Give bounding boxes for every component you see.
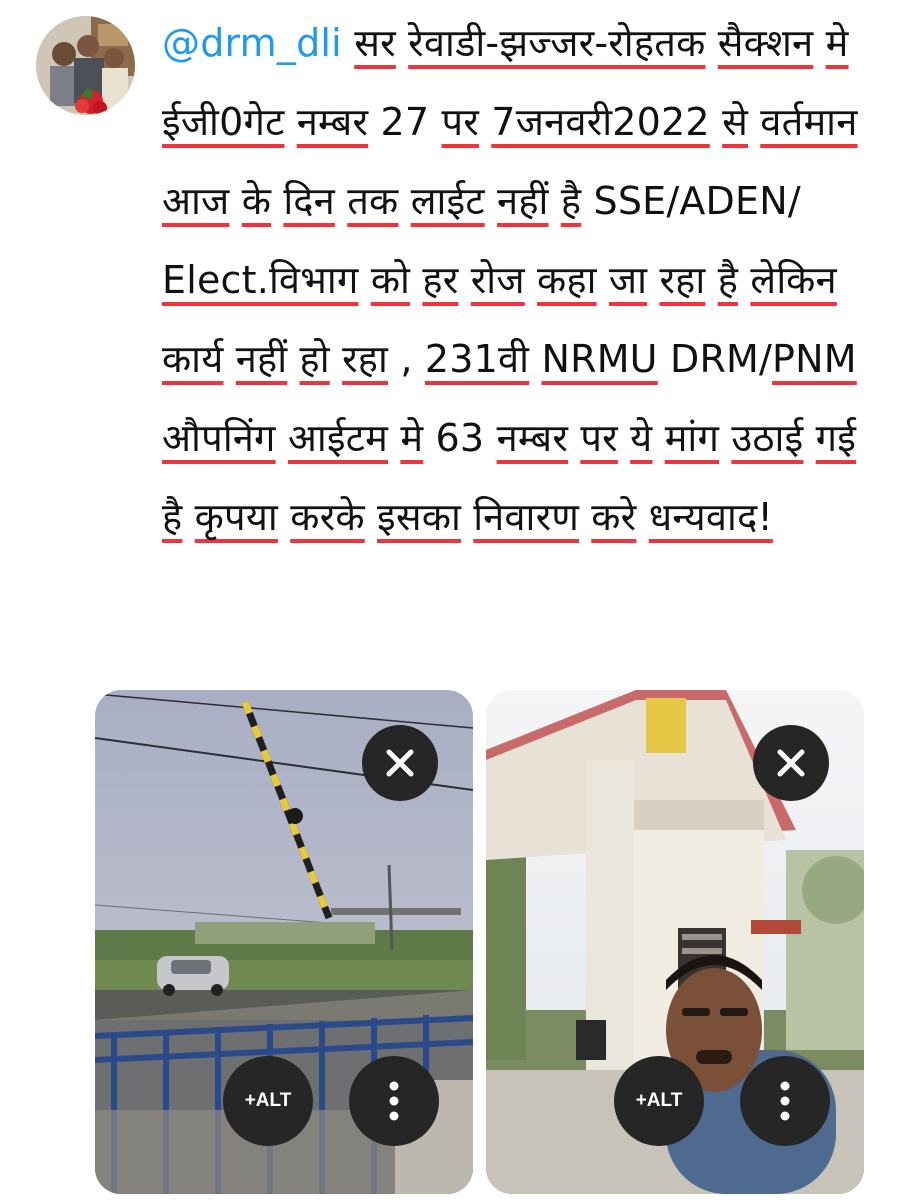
tweet-word: 231वी	[424, 337, 530, 381]
tweet-word: रहा	[342, 337, 389, 381]
more-vertical-icon	[780, 1081, 790, 1121]
tweet-word: इसका	[377, 495, 461, 539]
tweet-word: निवारण	[473, 495, 579, 539]
tweet-word: लेकिन	[750, 258, 837, 302]
add-alt-text-button[interactable]: +ALT	[614, 1056, 704, 1146]
compose-screen: @drm_dli सर रेवाडी-झज्जर-रोहतक सैक्शन मे…	[0, 0, 897, 1200]
media-attachment-2[interactable]: +ALT	[486, 690, 864, 1194]
close-icon	[777, 749, 805, 777]
tweet-word: DRM/PNM	[669, 337, 857, 381]
tweet-word: मे	[825, 21, 849, 65]
tweet-word: हो	[299, 337, 330, 381]
tweet-word: वर्तमान	[760, 100, 858, 144]
tweet-word: पर	[441, 100, 480, 144]
tweet-word: धन्यवाद!	[648, 495, 773, 539]
tweet-word: रहा	[659, 258, 706, 302]
tweet-word: लाईट	[410, 179, 485, 223]
tweet-word: रोज	[470, 258, 525, 302]
tweet-word: हर	[422, 258, 459, 302]
tweet-word: मांग	[664, 416, 720, 460]
tweet-word: करे	[591, 495, 637, 539]
tweet-word: जा	[608, 258, 648, 302]
tweet-word: कार्य	[162, 337, 224, 381]
tweet-word: 7जनवरी2022	[491, 100, 710, 144]
remove-media-button[interactable]	[753, 725, 829, 801]
tweet-word: कृपया	[194, 495, 278, 539]
media-more-options-button[interactable]	[740, 1056, 830, 1146]
add-alt-text-button[interactable]: +ALT	[223, 1056, 313, 1146]
media-more-options-button[interactable]	[349, 1056, 439, 1146]
tweet-word: आईटम	[287, 416, 389, 460]
tweet-word: ईजी0गेट	[162, 100, 285, 144]
mention-link[interactable]: @drm_dli	[162, 21, 342, 65]
tweet-word: सैक्शन	[717, 21, 814, 65]
tweet-word: सर	[354, 21, 396, 65]
tweet-word: 27	[380, 100, 430, 144]
tweet-word: ,	[400, 337, 413, 381]
tweet-word: औपनिंग	[162, 416, 276, 460]
tweet-text-field[interactable]: @drm_dli सर रेवाडी-झज्जर-रोहतक सैक्शन मे…	[162, 4, 862, 557]
avatar[interactable]	[36, 16, 135, 115]
tweet-word: NRMU	[541, 337, 658, 381]
more-vertical-icon	[389, 1081, 399, 1121]
tweet-word: ये	[630, 416, 653, 460]
tweet-word: SSE/ADEN/	[593, 179, 801, 223]
tweet-word: नम्बर	[296, 100, 369, 144]
tweet-word: के	[241, 179, 272, 223]
remove-media-button[interactable]	[362, 725, 438, 801]
tweet-word: कहा	[537, 258, 597, 302]
tweet-word: आज	[162, 179, 230, 223]
media-attachment-1[interactable]: +ALT	[95, 690, 473, 1194]
tweet-word: करके	[290, 495, 365, 539]
tweet-word: उठाई	[731, 416, 804, 460]
tweet-word: को	[370, 258, 411, 302]
tweet-word: है	[717, 258, 739, 302]
tweet-word: नहीं	[235, 337, 288, 381]
tweet-word: से	[722, 100, 748, 144]
close-icon	[386, 749, 414, 777]
tweet-word: पर	[580, 416, 618, 460]
tweet-word: है	[162, 495, 183, 539]
tweet-word: तक	[347, 179, 399, 223]
tweet-word: गई	[815, 416, 857, 460]
tweet-word: नहीं	[497, 179, 549, 223]
tweet-word: नम्बर	[496, 416, 569, 460]
tweet-word: है	[560, 179, 582, 223]
tweet-word: Elect.विभाग	[162, 258, 359, 302]
tweet-word: रेवाडी-झज्जर-रोहतक	[408, 21, 706, 65]
tweet-word: मे	[400, 416, 424, 460]
tweet-word: दिन	[283, 179, 335, 223]
tweet-word: 63	[435, 416, 485, 460]
avatar-photo	[36, 16, 135, 115]
